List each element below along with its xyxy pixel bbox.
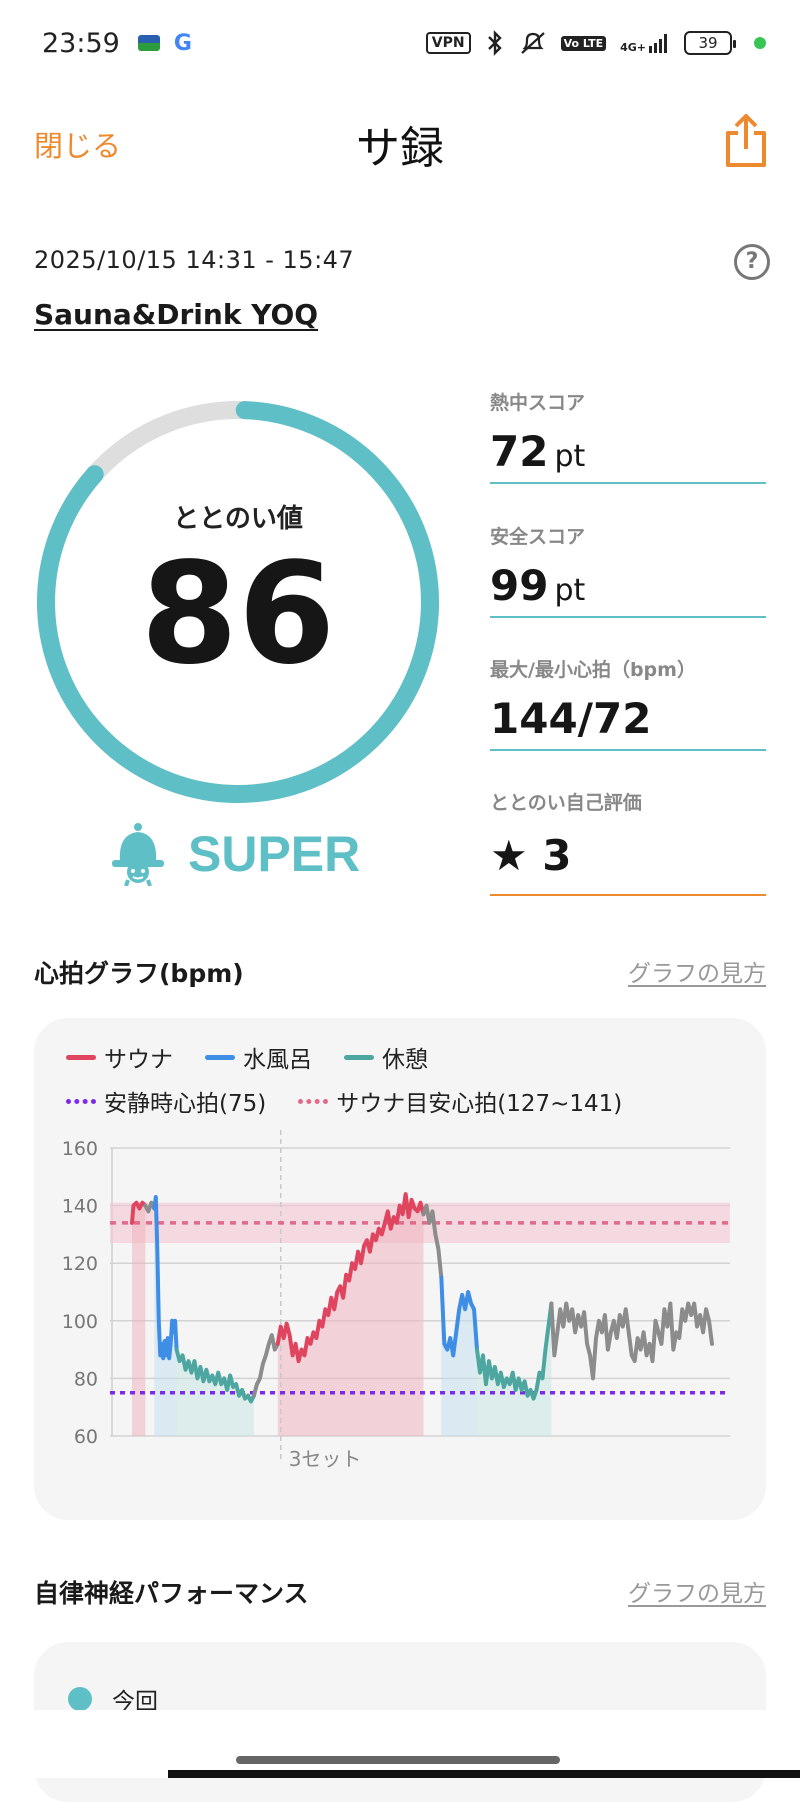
y-tick-label: 60 — [74, 1426, 98, 1448]
session-date: 2025/10/15 14:31 - 15:47 — [34, 246, 355, 274]
metric-heat-score: 熱中スコア 72 pt — [490, 388, 766, 484]
anf-help-link[interactable]: グラフの見方 — [628, 1574, 766, 1608]
bell-mascot-icon — [112, 823, 164, 886]
y-tick-label: 140 — [62, 1196, 98, 1218]
heart-rate-chart: 160 140 120 100 80 60 3セット — [62, 1130, 730, 1471]
metric-divider — [490, 482, 766, 484]
y-tick-label: 100 — [62, 1311, 98, 1333]
metric-divider — [490, 894, 766, 896]
status-bar: 23:59 G VPN Vo LTE 4G+ 39 — [0, 0, 800, 86]
google-icon: G — [173, 30, 192, 56]
metric-label: ととのい自己評価 — [490, 792, 642, 814]
battery-icon: 39 — [684, 31, 736, 55]
metric-number: 144/72 — [490, 694, 652, 743]
metric-number: 72 — [490, 427, 549, 476]
vpn-icon: VPN — [425, 32, 471, 54]
notification-icons: G — [137, 30, 192, 56]
heart-graph-title: 心拍グラフ(bpm) — [34, 959, 244, 988]
metric-number: 99 — [490, 561, 549, 610]
score-value: 86 — [140, 533, 336, 696]
header: 閉じる サ録 — [0, 96, 800, 192]
metric-label: 安全スコア — [490, 526, 586, 548]
volte-icon: Vo LTE — [560, 35, 607, 51]
network-type: 4G+ — [620, 32, 670, 54]
facility-link[interactable]: Sauna&Drink YOQ — [34, 298, 318, 331]
network-label: 4G+ — [620, 41, 646, 54]
system-icons: VPN Vo LTE 4G+ 39 — [425, 30, 766, 56]
metric-divider — [490, 616, 766, 618]
share-button[interactable] — [722, 112, 770, 172]
heart-graph-help-link[interactable]: グラフの見方 — [628, 954, 766, 988]
sauna-area — [132, 1202, 146, 1436]
grade-text: SUPER — [188, 826, 361, 882]
system-nav-area — [0, 1710, 800, 1778]
legend-dot — [68, 1687, 92, 1711]
status-time: 23:59 — [42, 27, 120, 59]
metric-value: 144/72 — [490, 694, 766, 749]
metric-divider — [490, 749, 766, 751]
bluetooth-icon — [487, 30, 502, 56]
metric-label: 最大/最小心拍（bpm） — [490, 659, 696, 681]
signal-icon — [649, 34, 667, 53]
metric-label: 熱中スコア — [490, 392, 586, 414]
bank-app-icon — [137, 35, 160, 51]
anf-title: 自律神経パフォーマンス — [34, 1579, 309, 1608]
metric-safety-score: 安全スコア 99 pt — [490, 522, 766, 618]
other-line — [251, 1333, 280, 1398]
heart-rate-chart-card: サウナ 水風呂 休憩 安静時心拍(75) サウナ目安心拍(127~141) 16… — [34, 1018, 766, 1520]
star-rating: ★ 3 — [490, 831, 572, 880]
metric-value: 99 pt — [490, 561, 766, 616]
close-button[interactable]: 閉じる — [34, 123, 121, 165]
privacy-indicator-icon — [754, 37, 766, 49]
metric-value: 72 pt — [490, 427, 766, 482]
share-icon — [726, 113, 766, 167]
help-icon[interactable]: ? — [734, 244, 770, 280]
grade-row: SUPER — [110, 816, 360, 892]
y-tick-label: 160 — [62, 1138, 98, 1160]
y-tick-label: 80 — [74, 1368, 98, 1390]
y-tick-label: 120 — [62, 1253, 98, 1275]
other-line — [549, 1301, 714, 1381]
metric-unit: pt — [554, 439, 586, 474]
metric-unit: pt — [554, 573, 586, 608]
metric-heart-rate: 最大/最小心拍（bpm） 144/72 — [490, 655, 766, 751]
score-label: ととのい値 — [173, 504, 303, 534]
home-indicator[interactable] — [236, 1756, 560, 1764]
mute-icon — [520, 32, 545, 54]
metric-self-rating[interactable]: ととのい自己評価 ★ 3 — [490, 788, 766, 896]
set-marker-label: 3セット — [289, 1447, 362, 1471]
nav-bar-edge — [168, 1770, 800, 1778]
metric-value: ★ 3 — [490, 831, 766, 894]
